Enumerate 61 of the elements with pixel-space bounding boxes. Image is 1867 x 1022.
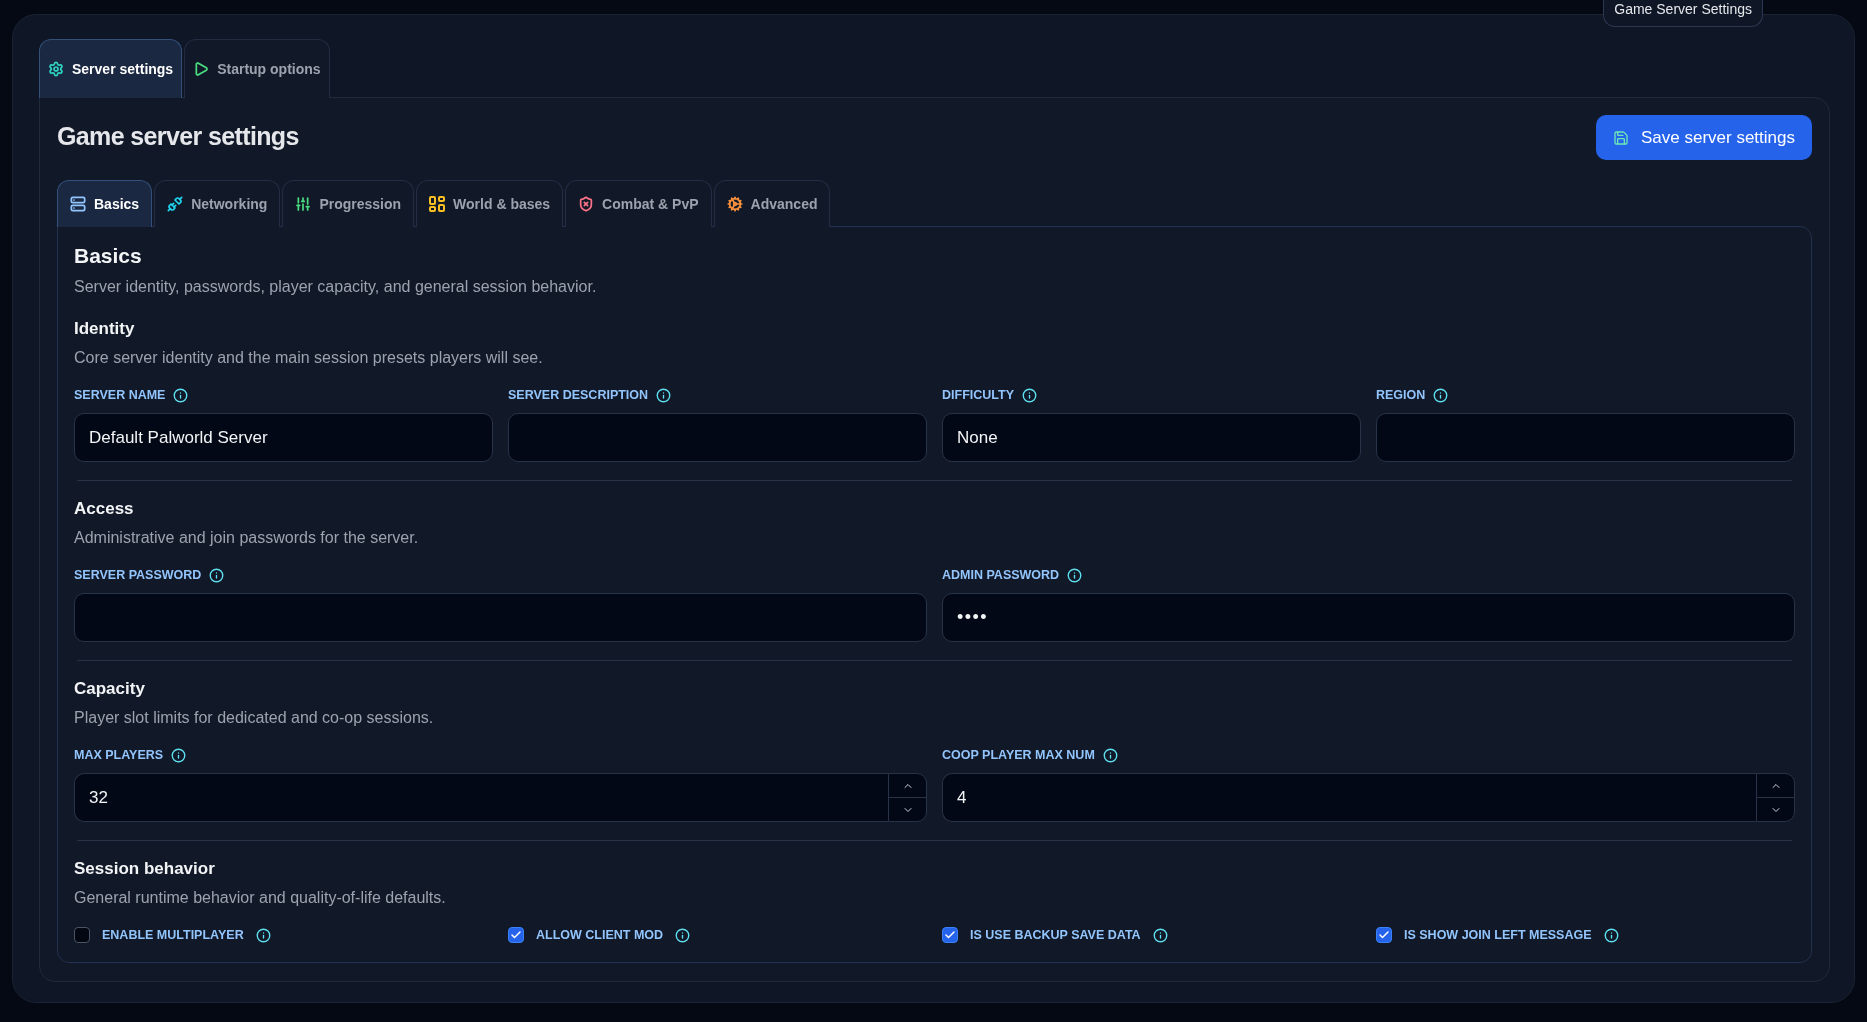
info-icon [1433, 387, 1449, 403]
check-icon [1378, 929, 1390, 941]
tab[interactable]: Basics [57, 180, 153, 227]
text-field[interactable] [1376, 413, 1795, 462]
tab[interactable]: Networking [154, 180, 281, 227]
group-description: Core server identity and the main session presets players will see. [74, 348, 544, 368]
group-description: General runtime behavior and quality-of-life defaults. [74, 888, 447, 908]
group-title: Access [74, 498, 135, 520]
checkbox[interactable] [942, 927, 958, 943]
checkbox[interactable] [74, 927, 90, 943]
info-icon [1022, 387, 1037, 403]
info-icon [171, 747, 187, 763]
group-description: Administrative and join passwords for the server. [74, 528, 420, 548]
group-title: Session behavior [74, 858, 216, 880]
text-field[interactable]: None [942, 413, 1361, 462]
password-field[interactable]: •••• [942, 593, 1795, 642]
tab[interactable]: Server settings [39, 39, 183, 98]
tab[interactable]: Combat & PvP [565, 180, 712, 227]
checkbox[interactable] [508, 927, 524, 943]
section-description: Server identity, passwords, player capacity, and general session behavior. [74, 277, 598, 297]
number-field[interactable]: 4 [942, 773, 1756, 822]
section-title: Basics [74, 243, 143, 269]
info-icon [255, 927, 271, 943]
tab[interactable]: Startup options [184, 39, 330, 98]
tooltip: Game Server Settings [1603, 0, 1763, 27]
check-icon [510, 929, 522, 941]
field-label: REGION [1376, 387, 1426, 404]
group-title: Identity [74, 318, 136, 340]
field-label: COOP PLAYER MAX NUM [942, 747, 1095, 764]
info-icon [1067, 567, 1083, 583]
info-icon [656, 387, 672, 403]
number-field[interactable]: 32 [74, 773, 888, 822]
check-icon [944, 929, 956, 941]
page-title: Game server settings [57, 120, 299, 152]
checkbox-label: IS SHOW JOIN LEFT MESSAGE [1404, 927, 1592, 944]
text-field[interactable] [508, 413, 927, 462]
info-icon [1102, 747, 1118, 763]
save-button[interactable]: Save server settings [1596, 115, 1812, 160]
field-label: ADMIN PASSWORD [942, 567, 1060, 584]
checkbox[interactable] [1376, 927, 1392, 943]
tab[interactable]: World & bases [416, 180, 564, 227]
field-label: SERVER NAME [74, 387, 166, 404]
group-description: Player slot limits for dedicated and co-op sessions. [74, 708, 435, 728]
info-icon [1152, 927, 1168, 943]
checkbox-label: ENABLE MULTIPLAYER [102, 927, 244, 944]
tab[interactable]: Progression [282, 180, 415, 227]
tab[interactable]: Advanced [713, 180, 831, 227]
field-label: MAX PLAYERS [74, 747, 164, 764]
field-label: SERVER DESCRIPTION [508, 387, 649, 404]
field-label: DIFFICULTY [942, 387, 1014, 404]
text-field[interactable]: Default Palworld Server [74, 413, 493, 462]
info-icon [1603, 927, 1619, 943]
info-icon [675, 927, 691, 943]
checkbox-label: ALLOW CLIENT MOD [536, 927, 664, 944]
group-title: Capacity [74, 678, 146, 700]
info-icon [209, 567, 225, 583]
field-label: SERVER PASSWORD [74, 567, 202, 584]
save-icon [1613, 129, 1629, 146]
password-field[interactable] [74, 593, 927, 642]
info-icon [173, 387, 189, 403]
checkbox-label: IS USE BACKUP SAVE DATA [970, 927, 1141, 944]
